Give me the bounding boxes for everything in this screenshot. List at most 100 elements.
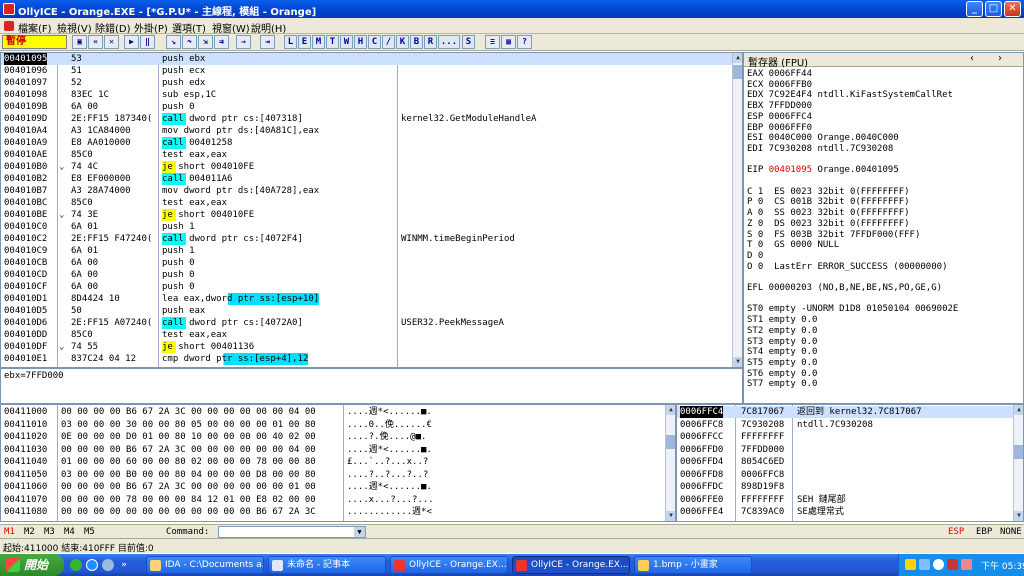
register-line[interactable]: EIP 00401095 Orange.00401095 <box>747 165 899 176</box>
register-line[interactable]: ST1 empty 0.0 <box>747 315 817 326</box>
options-icon[interactable]: ≡ <box>485 35 500 49</box>
register-line[interactable]: EBX 7FFDD000 <box>747 101 812 112</box>
close-button[interactable]: ✕ <box>1004 1 1021 17</box>
disassembly-row[interactable]: 004010D1 8D4424 10 lea eax,dword ptr ss:[e… <box>1 293 732 305</box>
step-into-icon[interactable]: ↘ <box>166 35 181 49</box>
network-icon[interactable] <box>919 559 930 570</box>
run-icon[interactable]: ▶ <box>124 35 139 49</box>
disassembly-row[interactable]: 004010CF 6A 00 push 0 <box>1 281 732 293</box>
disassembly-pane[interactable]: 00401095 53 push ebx 00401096 51 push ecx 0040… <box>0 52 743 368</box>
tab-m2[interactable]: M2 <box>24 527 35 537</box>
more-icon[interactable]: » <box>118 559 130 571</box>
ie-icon[interactable] <box>86 559 98 571</box>
dump-row[interactable]: 00411020 0E 00 00 00 D0 01 00 80 10 00 00… <box>1 431 665 443</box>
task-notepad[interactable]: 未命名 - 記事本 <box>268 556 386 574</box>
disassembly-row[interactable]: 00401098 83EC 1C sub esp,1C <box>1 89 732 101</box>
command-dropdown-icon[interactable]: ▼ <box>354 527 365 537</box>
register-line[interactable]: ESP 0006FFC4 <box>747 112 812 123</box>
stack-pane[interactable]: 0006FFC4 7C817067 返回到 kernel32.7C817067 000… <box>676 404 1024 522</box>
disassembly-row[interactable]: 0040109B 6A 00 push 0 <box>1 101 732 113</box>
menu-plugins[interactable]: 外掛(P) <box>134 20 168 35</box>
disassembly-row[interactable]: 004010DF 74 55 je short 00401136 ⌄ <box>1 341 732 353</box>
menu-debug[interactable]: 除錯(D) <box>95 20 131 35</box>
dump-pane[interactable]: 00411000 00 00 00 00 B6 67 2A 3C 00 00 00… <box>0 404 676 522</box>
disassembly-row[interactable]: 004010D5 50 push eax <box>1 305 732 317</box>
disassembly-row[interactable]: 004010B2 E8 EF000000 call 004011A6 <box>1 173 732 185</box>
task-paint[interactable]: 1.bmp - 小畫家 <box>634 556 752 574</box>
system-menu-icon[interactable] <box>4 21 14 31</box>
tab-m1[interactable]: M1 <box>4 527 15 537</box>
register-line[interactable]: T 0 GS 0000 NULL <box>747 240 839 251</box>
toolbar-handles-button[interactable]: H <box>354 35 367 49</box>
disassembly-row[interactable]: 004010B0 74 4C je short 004010FE ⌄ <box>1 161 732 173</box>
register-line[interactable]: EFL 00000203 (NO,B,NE,BE,NS,PO,GE,G) <box>747 283 942 294</box>
dump-row[interactable]: 00411060 00 00 00 00 B6 67 2A 3C 00 00 00… <box>1 481 665 493</box>
register-line[interactable]: P 0 CS 001B 32bit 0(FFFFFFFF) <box>747 197 910 208</box>
disassembly-row[interactable]: 004010C2 2E:FF15 F47240(call dword ptr cs… <box>1 233 732 245</box>
task-ollyice-1[interactable]: OllyICE - Orange.EX... <box>390 556 508 574</box>
tab-m4[interactable]: M4 <box>64 527 75 537</box>
registers-prev-icon[interactable]: ‹ <box>970 53 974 64</box>
disassembly-row[interactable]: 004010E1 837C24 04 12 cmp dword ptr ss:[es… <box>1 353 732 365</box>
media-icon[interactable] <box>102 559 114 571</box>
stack-row[interactable]: 0006FFCC FFFFFFFF <box>677 431 1013 443</box>
stack-row[interactable]: 0006FFDC 898D19F8 <box>677 481 1013 493</box>
minimize-button[interactable]: _ <box>966 1 983 17</box>
stack-row[interactable]: 0006FFC8 7C930208 ntdll.7C930208 <box>677 419 1013 431</box>
disassembly-scrollbar[interactable]: ▲ ▼ <box>732 53 742 367</box>
step-over-icon[interactable]: ↷ <box>182 35 197 49</box>
register-line[interactable]: ST0 empty -UNORM D1D8 01050104 0069002E <box>747 304 958 315</box>
stack-row[interactable]: 0006FFE4 7C839AC0 SE處理常式 <box>677 506 1013 518</box>
disassembly-row[interactable]: 004010C0 6A 01 push 1 <box>1 221 732 233</box>
disassembly-row[interactable]: 004010A9 E8 AA010000 call 00401258 <box>1 137 732 149</box>
stack-scrollbar[interactable]: ▲ ▼ <box>1013 405 1023 521</box>
register-line[interactable]: O 0 LastErr ERROR_SUCCESS (00000000) <box>747 262 947 273</box>
registers-next-icon[interactable]: › <box>998 53 1002 64</box>
toolbar-breakpoints-button[interactable]: B <box>410 35 423 49</box>
tab-m3[interactable]: M3 <box>44 527 55 537</box>
register-line[interactable]: ST3 empty 0.0 <box>747 337 817 348</box>
title-bar[interactable]: OllyICE - Orange.EXE - [*G.P.U* - 主線程, 模… <box>0 0 1024 18</box>
register-line[interactable]: C 1 ES 0023 32bit 0(FFFFFFFF) <box>747 187 910 198</box>
disassembly-row[interactable]: 00401096 51 push ecx <box>1 65 732 77</box>
toolbar-cpu-button[interactable]: C <box>368 35 381 49</box>
task-ollyice-2[interactable]: OllyICE - Orange.EX... <box>512 556 630 574</box>
dump-row[interactable]: 00411030 00 00 00 00 B6 67 2A 3C 00 00 00… <box>1 444 665 456</box>
goto-icon[interactable]: ⇥ <box>260 35 275 49</box>
disassembly-row[interactable]: 00401095 53 push ebx <box>1 53 732 65</box>
register-line[interactable]: EDI 7C930208 ntdll.7C930208 <box>747 144 893 155</box>
disassembly-row[interactable]: 004010C9 6A 01 push 1 <box>1 245 732 257</box>
disassembly-row[interactable]: 004010D6 2E:FF15 A07240(call dword ptr cs… <box>1 317 732 329</box>
register-line[interactable]: ESI 0040C000 Orange.0040C000 <box>747 133 899 144</box>
disassembly-row[interactable]: 004010B7 A3 28A74000 mov dword ptr ds:[40A… <box>1 185 732 197</box>
disassembly-row[interactable]: 004010CB 6A 00 push 0 <box>1 257 732 269</box>
register-line[interactable]: EAX 0006FF44 <box>747 69 812 80</box>
menu-options[interactable]: 選項(T) <box>172 20 206 35</box>
disassembly-row[interactable]: 0040109D 2E:FF15 187340(call dword ptr cs… <box>1 113 732 125</box>
execute-till-return-icon[interactable]: → <box>236 35 251 49</box>
register-line[interactable]: ECX 0006FFB0 <box>747 80 812 91</box>
disassembly-row[interactable]: 00401097 52 push edx <box>1 77 732 89</box>
toolbar-log-button[interactable]: L <box>284 35 297 49</box>
dump-row[interactable]: 00411010 03 00 00 00 30 00 00 80 05 00 00… <box>1 419 665 431</box>
menu-view[interactable]: 檢視(V) <box>57 20 92 35</box>
trace-over-icon[interactable]: ⇉ <box>214 35 229 49</box>
menu-help[interactable]: 說明(H) <box>251 20 286 35</box>
quicklaunch-icon[interactable] <box>70 559 82 571</box>
app-icon[interactable] <box>3 3 15 15</box>
close-debug-icon[interactable]: ✕ <box>104 35 119 49</box>
dump-row[interactable]: 00411000 00 00 00 00 B6 67 2A 3C 00 00 00… <box>1 406 665 418</box>
flag-ebp[interactable]: EBP <box>976 527 992 537</box>
toolbar-callstack-button[interactable]: K <box>396 35 409 49</box>
toolbar-source-button[interactable]: S <box>462 35 475 49</box>
dump-row[interactable]: 00411050 03 00 00 00 B0 00 00 80 04 00 00… <box>1 469 665 481</box>
command-input[interactable]: ▼ <box>218 526 366 538</box>
dump-row[interactable]: 00411070 00 00 00 00 78 00 00 00 84 12 01… <box>1 494 665 506</box>
tab-m5[interactable]: M5 <box>84 527 95 537</box>
menu-file[interactable]: 檔案(F) <box>18 20 52 35</box>
register-line[interactable]: ST2 empty 0.0 <box>747 326 817 337</box>
clock[interactable]: 下午 05:39 <box>981 559 1024 572</box>
disassembly-row[interactable]: 004010CD 6A 00 push 0 <box>1 269 732 281</box>
maximize-button[interactable]: □ <box>985 1 1002 17</box>
toolbar-threads-button[interactable]: T <box>326 35 339 49</box>
